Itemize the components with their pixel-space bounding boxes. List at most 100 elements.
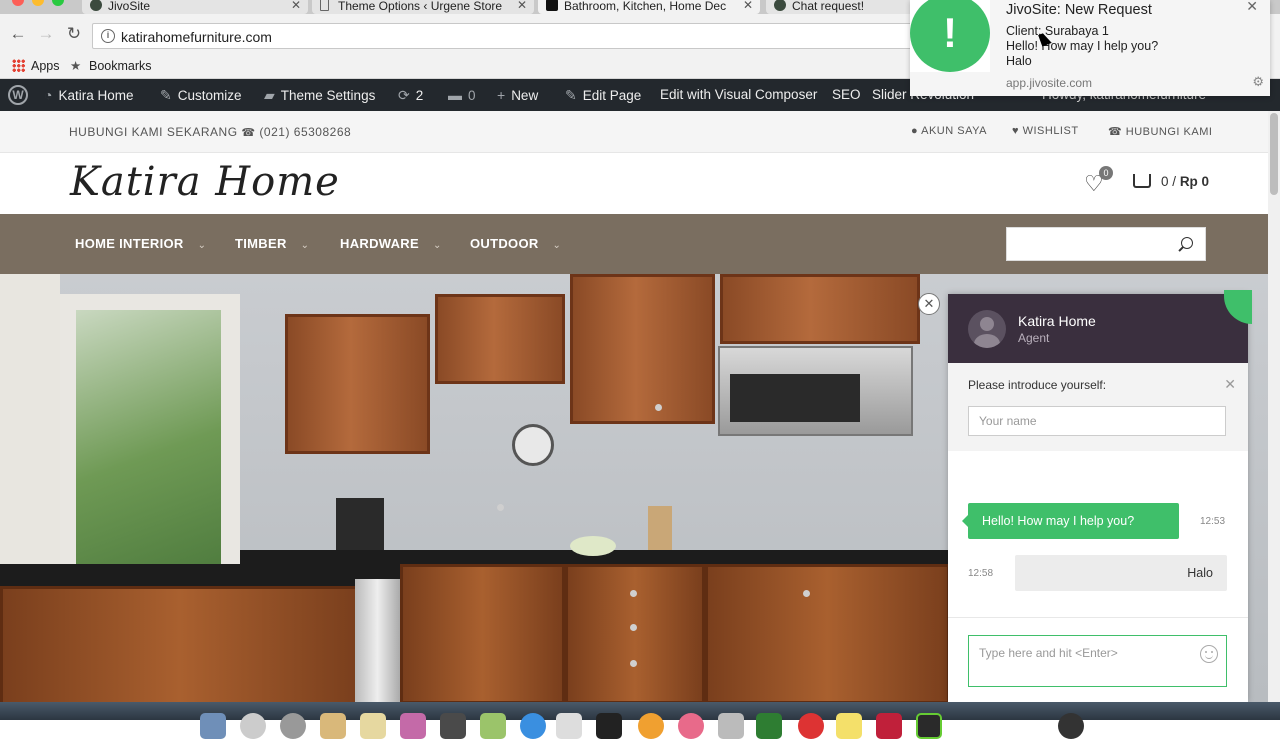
- search-input[interactable]: [1006, 227, 1206, 261]
- chat-input-placeholder: Type here and hit <Enter>: [979, 646, 1118, 660]
- contact-us-label: HUBUNGI KAMI: [1125, 126, 1213, 138]
- microwave-window: [730, 374, 860, 422]
- apps-bookmark[interactable]: Apps: [31, 59, 60, 73]
- close-icon[interactable]: ✕: [1224, 376, 1236, 393]
- tab-label: JivoSite: [108, 0, 151, 13]
- notification-line: Hello! How may I help you?: [1006, 39, 1159, 53]
- dock-app-icon[interactable]: [240, 713, 266, 739]
- updates-count: 2: [415, 88, 424, 103]
- folder-icon: ▰: [264, 87, 275, 103]
- star-icon: ★: [70, 59, 82, 73]
- dock-app-icon[interactable]: [320, 713, 346, 739]
- nav-label: TIMBER: [235, 236, 287, 251]
- cabinet-knob: [630, 660, 637, 667]
- top-info-bar: HUBUNGI KAMI SEKARANG ☎ (021) 65308268 ●…: [0, 111, 1280, 153]
- dock-app-icon[interactable]: [280, 713, 306, 739]
- tab-theme-options[interactable]: Theme Options ‹ Urgene Store ✕: [312, 0, 534, 14]
- info-icon[interactable]: i: [101, 29, 115, 43]
- dock-app-icon[interactable]: [360, 713, 386, 739]
- notification-line: Client: Surabaya 1: [1006, 24, 1109, 38]
- contact-us-link[interactable]: ☎ HUBUNGI KAMI: [1108, 125, 1212, 138]
- url-text: katirahomefurniture.com: [121, 29, 272, 45]
- nav-outdoor[interactable]: OUTDOOR ⌄: [470, 236, 561, 251]
- chevron-down-icon: ⌄: [432, 240, 442, 251]
- scrollbar-thumb[interactable]: [1270, 113, 1278, 195]
- admin-customize-link[interactable]: ✎ Customize: [160, 87, 242, 104]
- dock-app-icon[interactable]: [638, 713, 664, 739]
- dock-app-icon[interactable]: [596, 713, 622, 739]
- phone-icon: ☎: [1108, 126, 1123, 138]
- admin-seo-link[interactable]: SEO: [832, 87, 861, 102]
- theme-settings-label: Theme Settings: [280, 88, 376, 103]
- admin-new-link[interactable]: + New: [497, 87, 538, 103]
- dock-app-icon[interactable]: [480, 713, 506, 739]
- dock-app-icon[interactable]: [400, 713, 426, 739]
- close-window-button[interactable]: [12, 0, 24, 6]
- jivosite-icon: [774, 0, 786, 11]
- dock-app-icon[interactable]: [916, 713, 942, 739]
- minimize-window-button[interactable]: [32, 0, 44, 6]
- nav-label: OUTDOOR: [470, 236, 539, 251]
- dock-app-icon[interactable]: [440, 713, 466, 739]
- chat-message-input[interactable]: Type here and hit <Enter>: [968, 635, 1227, 687]
- agent-role: Agent: [1018, 331, 1050, 345]
- site-logo[interactable]: Katira Home: [70, 159, 340, 205]
- account-link[interactable]: ● AKUN SAYA: [911, 125, 987, 137]
- dock-app-icon[interactable]: [756, 713, 782, 739]
- admin-edit-page-link[interactable]: ✎ Edit Page: [565, 87, 641, 104]
- forward-arrow-icon[interactable]: →: [36, 24, 56, 44]
- account-label: AKUN SAYA: [921, 125, 987, 137]
- chat-close-button[interactable]: ✕: [918, 293, 940, 315]
- name-field[interactable]: Your name: [968, 406, 1226, 436]
- dashboard-icon: ◔: [44, 87, 53, 103]
- dock-app-icon[interactable]: [200, 713, 226, 739]
- search-icon[interactable]: [1181, 237, 1193, 249]
- tab-chat-request[interactable]: Chat request!: [766, 0, 926, 14]
- admin-comments-link[interactable]: ▬ 0: [448, 87, 476, 103]
- close-icon[interactable]: ✕: [517, 0, 527, 12]
- address-bar[interactable]: i katirahomefurniture.com: [92, 23, 922, 49]
- reload-icon[interactable]: ↻: [64, 24, 84, 44]
- close-icon[interactable]: ✕: [743, 0, 753, 12]
- wordpress-icon[interactable]: W: [8, 85, 28, 105]
- jivosite-icon: [90, 0, 102, 11]
- dock-app-icon[interactable]: [1058, 713, 1084, 739]
- wishlist-link[interactable]: ♥ WISHLIST: [1012, 125, 1079, 137]
- page-scrollbar[interactable]: [1268, 111, 1280, 702]
- close-icon[interactable]: ✕: [1246, 0, 1258, 15]
- emoji-icon[interactable]: [1200, 645, 1218, 663]
- dock-app-icon[interactable]: [718, 713, 744, 739]
- admin-updates-link[interactable]: ⟳ 2: [398, 87, 423, 104]
- dock-app-icon[interactable]: [678, 713, 704, 739]
- tab-jivosite[interactable]: JivoSite ✕: [82, 0, 308, 14]
- back-arrow-icon[interactable]: ←: [8, 24, 28, 44]
- tab-bathroom-kitchen[interactable]: Bathroom, Kitchen, Home Dec ✕: [538, 0, 760, 14]
- maximize-window-button[interactable]: [52, 0, 64, 6]
- nav-hardware[interactable]: HARDWARE ⌄: [340, 236, 442, 251]
- admin-visual-composer-link[interactable]: Edit with Visual Composer: [660, 87, 817, 102]
- admin-theme-settings-link[interactable]: ▰ Theme Settings: [264, 87, 375, 104]
- tab-label: Theme Options ‹ Urgene Store: [338, 0, 503, 13]
- close-icon[interactable]: ✕: [291, 0, 301, 12]
- dock-app-icon[interactable]: [520, 713, 546, 739]
- chevron-down-icon: ⌄: [552, 240, 562, 251]
- heart-icon: ♥: [1012, 125, 1020, 137]
- agent-avatar: [968, 310, 1006, 348]
- gear-icon[interactable]: ⚙: [1252, 74, 1264, 90]
- desktop-notification[interactable]: ! JivoSite: New Request Client: Surabaya…: [910, 0, 1270, 96]
- cabinet-knob: [655, 404, 662, 411]
- user-icon: ●: [911, 125, 919, 137]
- dock-app-icon[interactable]: [836, 713, 862, 739]
- bookmarks-link[interactable]: Bookmarks: [89, 59, 152, 73]
- dock-app-icon[interactable]: [798, 713, 824, 739]
- nav-timber[interactable]: TIMBER ⌄: [235, 236, 309, 251]
- cart-link[interactable]: 0 / Rp 0: [1133, 174, 1209, 189]
- admin-site-link[interactable]: ◔ Katira Home: [44, 87, 134, 103]
- dock-app-icon[interactable]: [876, 713, 902, 739]
- plus-icon: +: [497, 87, 506, 103]
- contact-text: HUBUNGI KAMI SEKARANG ☎ (021) 65308268: [69, 125, 351, 139]
- dishwasher: [355, 579, 400, 702]
- upper-cabinet: [435, 294, 565, 384]
- nav-home-interior[interactable]: HOME INTERIOR ⌄: [75, 236, 206, 251]
- dock-app-icon[interactable]: [556, 713, 582, 739]
